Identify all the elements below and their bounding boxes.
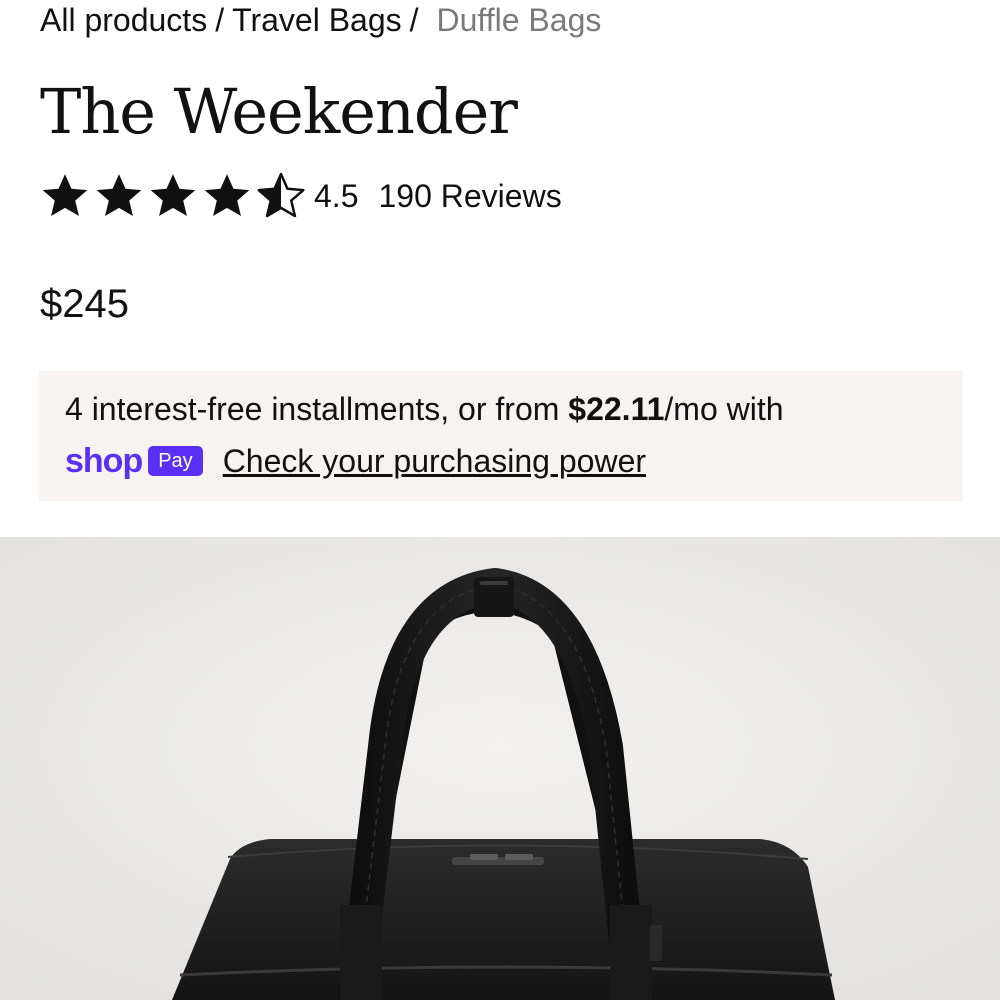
rating-value: 4.5: [314, 177, 359, 214]
breadcrumb-separator: /: [409, 2, 419, 38]
product-image[interactable]: [0, 537, 1000, 1000]
product-price: $245: [40, 282, 129, 326]
duffle-bag-illustration: [0, 537, 1000, 1000]
shop-pay-badge: Pay: [148, 446, 203, 476]
breadcrumb-travel-bags[interactable]: Travel Bags: [232, 2, 402, 38]
installments-prefix: 4 interest-free installments, or from: [65, 391, 569, 427]
star-full-icon: [40, 171, 90, 221]
installments-text: 4 interest-free installments, or from $2…: [65, 389, 937, 429]
check-purchasing-power-link[interactable]: Check your purchasing power: [223, 441, 646, 481]
shop-pay-row: shop Pay Check your purchasing power: [65, 441, 937, 481]
product-title: The Weekender: [40, 75, 518, 148]
star-full-icon: [94, 171, 144, 221]
installments-suffix: /mo with: [664, 391, 784, 427]
installments-banner: 4 interest-free installments, or from $2…: [39, 371, 963, 501]
shop-pay-logo: shop: [65, 442, 143, 480]
star-half-icon: [256, 171, 306, 221]
product-rating[interactable]: 4.5 190 Reviews: [40, 170, 562, 222]
star-full-icon: [202, 171, 252, 221]
breadcrumb-current: Duffle Bags: [436, 2, 602, 38]
reviews-link[interactable]: 190 Reviews: [378, 178, 561, 215]
star-full-icon: [148, 171, 198, 221]
breadcrumb-all-products[interactable]: All products: [40, 2, 207, 38]
installment-amount: $22.11: [568, 391, 665, 427]
breadcrumb-separator: /: [215, 2, 225, 38]
star-rating: [40, 171, 310, 221]
breadcrumb: All products / Travel Bags / Duffle Bags: [40, 0, 601, 40]
